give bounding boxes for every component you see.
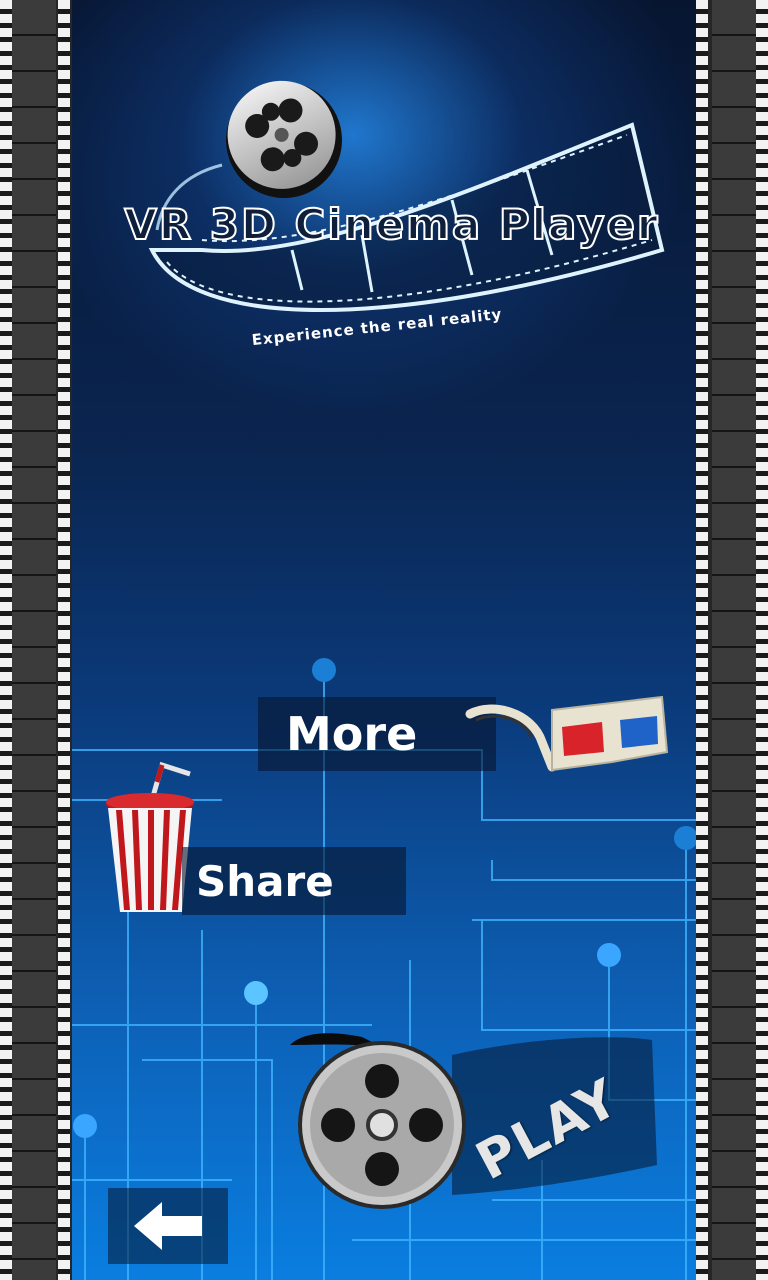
film-strip-right	[696, 0, 768, 1280]
app-title: VR 3D Cinema Player	[123, 199, 660, 250]
more-button[interactable]: More	[258, 697, 496, 771]
main-panel: VR 3D Cinema Player Experience the real …	[72, 0, 696, 1280]
share-label: Share	[196, 856, 334, 906]
back-arrow-icon	[134, 1202, 202, 1250]
back-button[interactable]	[108, 1188, 228, 1264]
film-reel-icon	[226, 80, 342, 198]
3d-glasses-icon[interactable]	[462, 692, 672, 782]
share-button[interactable]: Share	[182, 847, 406, 915]
more-label: More	[286, 707, 418, 761]
film-reel-icon	[298, 1041, 466, 1209]
app-screen: VR 3D Cinema Player Experience the real …	[0, 0, 768, 1280]
film-strip-left	[0, 0, 72, 1280]
